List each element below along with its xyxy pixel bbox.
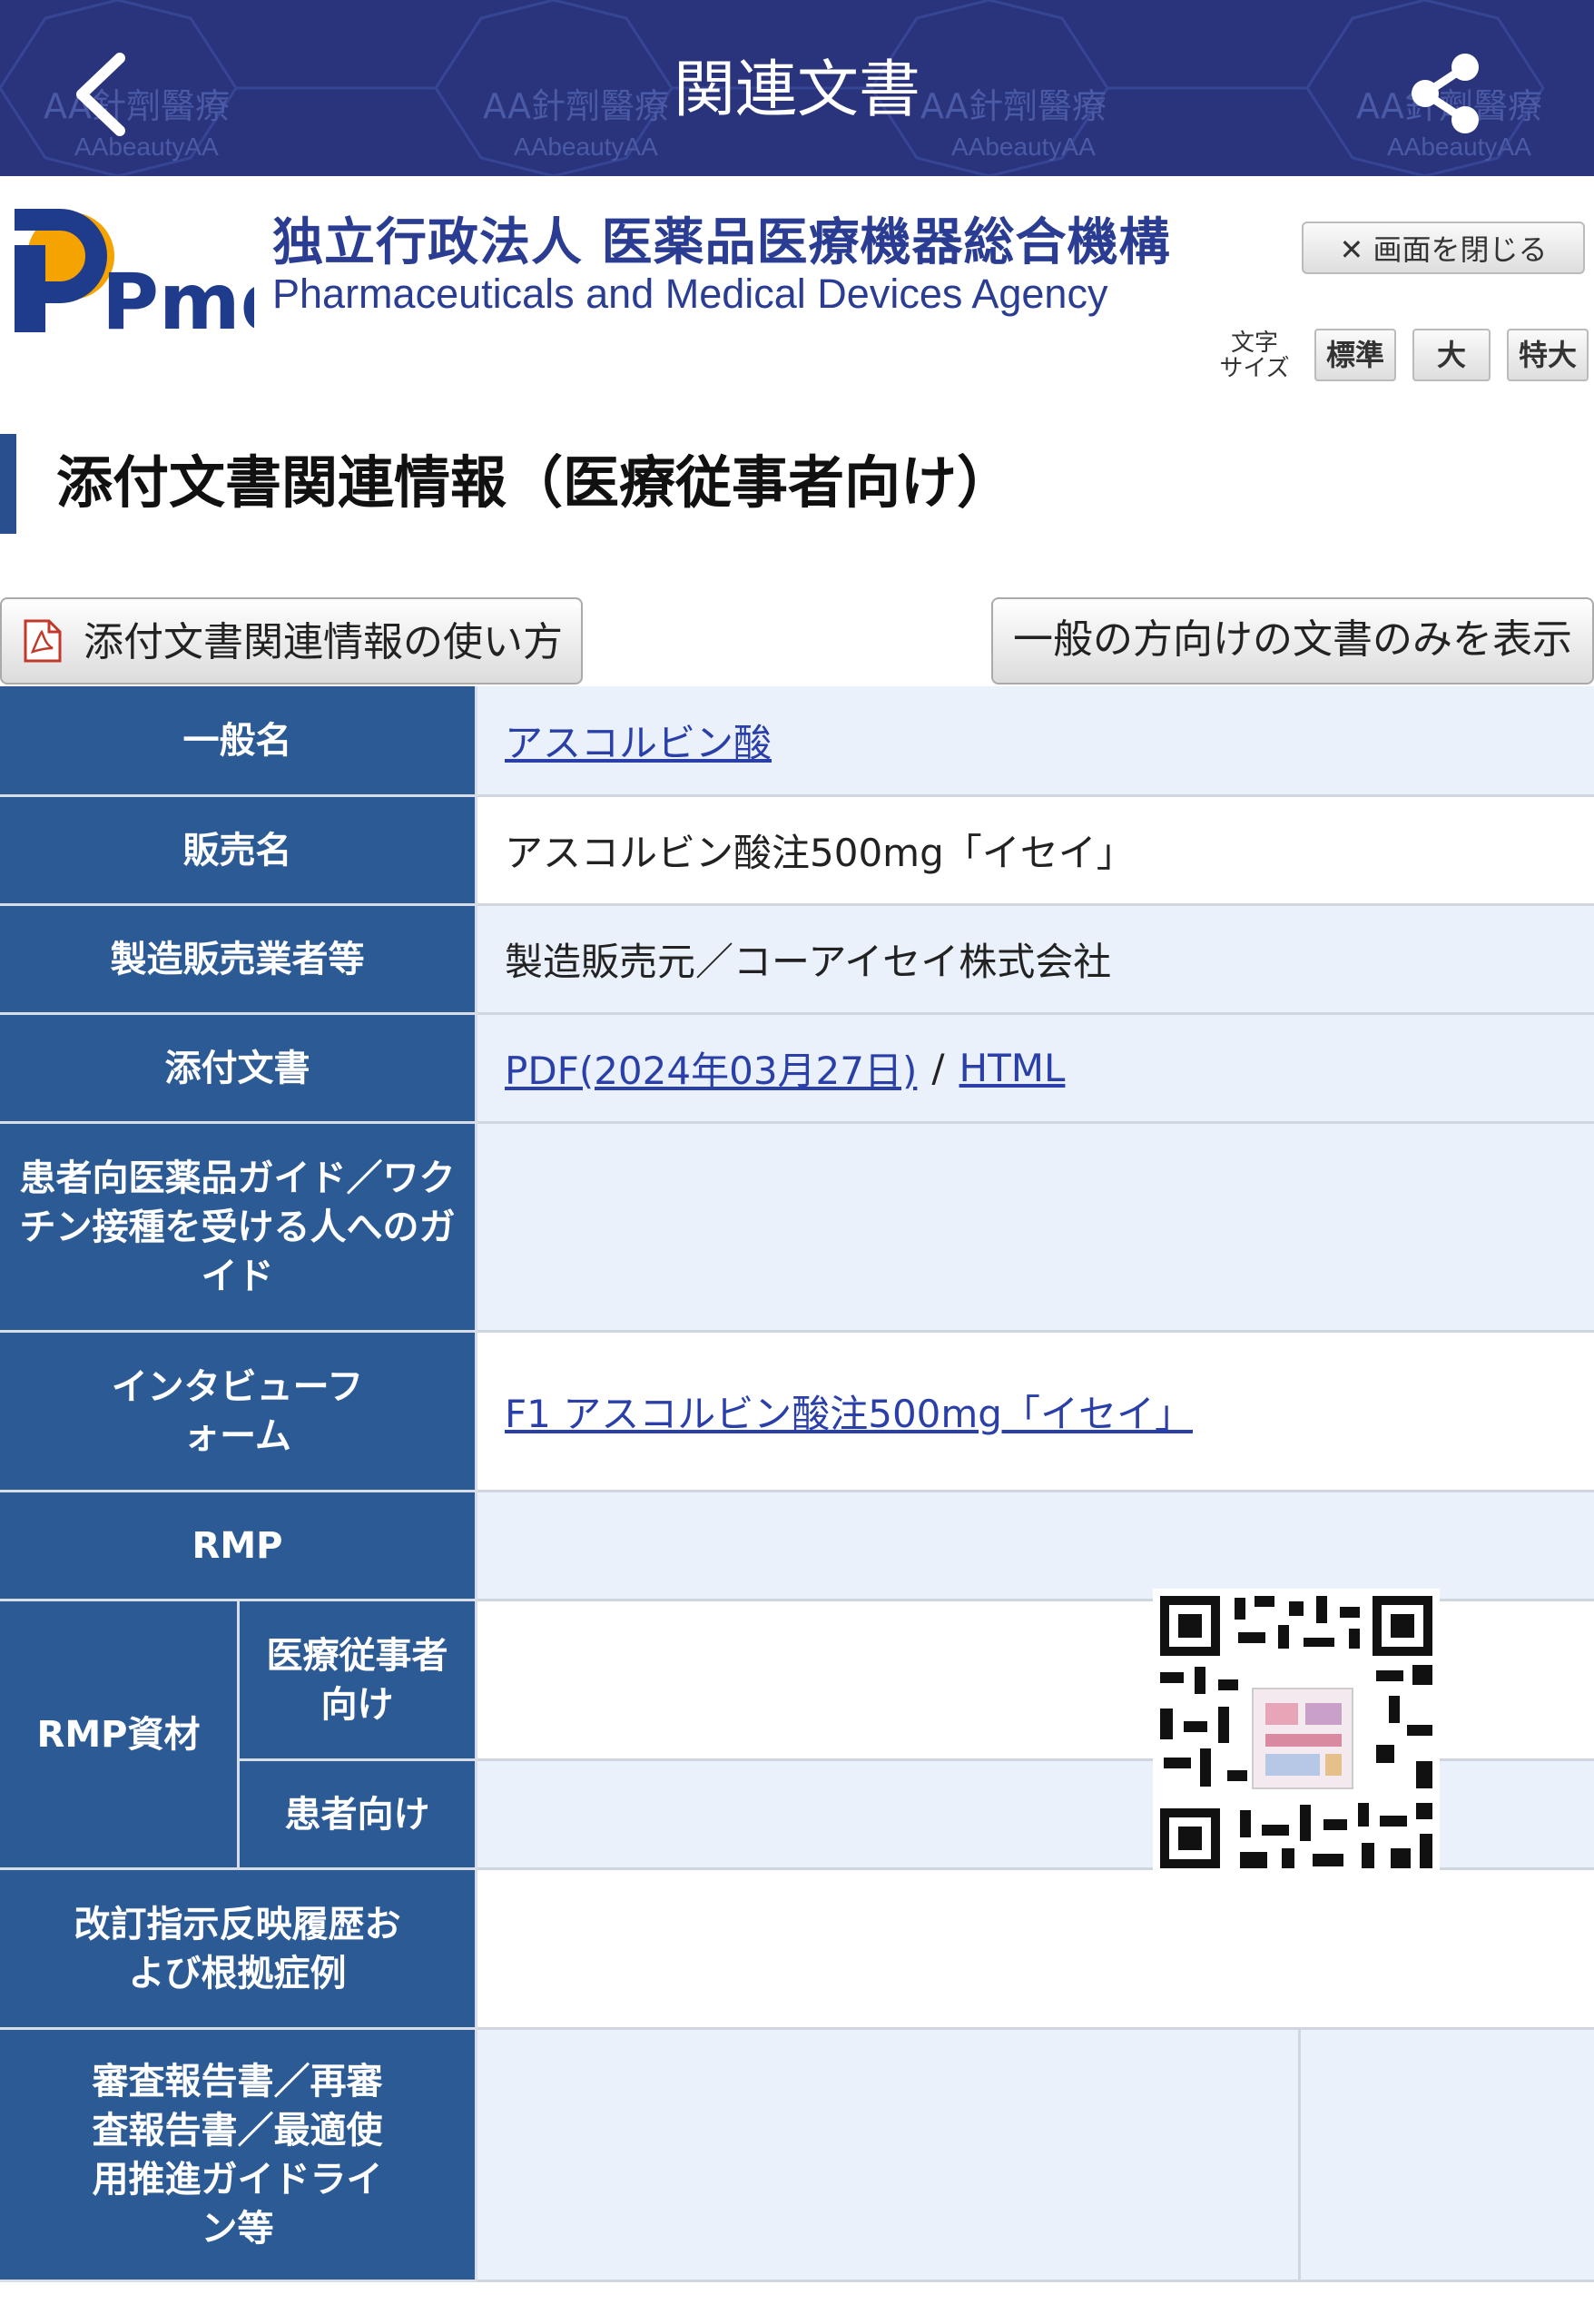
row-value-package-insert: PDF(2024年03月27日) / HTML — [477, 1015, 1594, 1124]
row-header-rmp-material: RMP資材 — [0, 1601, 240, 1870]
pmda-logo: Pmda — [15, 209, 254, 340]
row-value-interview-form: F1 アスコルビン酸注500mg「イセイ」 — [477, 1333, 1594, 1492]
share-icon — [1412, 54, 1479, 133]
row-header-revision-history: 改訂指示反映履歴および根拠症例 — [0, 1870, 477, 2030]
package-insert-pdf-link[interactable]: PDF(2024年03月27日) — [505, 1040, 917, 1096]
section-heading: 添付文書関連情報（医療従事者向け） — [0, 434, 1594, 534]
font-size-label-line: 文字 — [1230, 330, 1278, 357]
row-header-rmp: RMP — [0, 1492, 477, 1601]
font-size-label: 文字 サイズ — [1216, 330, 1293, 381]
section-title: 添付文書関連情報（医療従事者向け） — [56, 449, 1014, 516]
watermark-subtext: AAbeautyAA — [514, 133, 658, 161]
row-header-interview-form: インタビューフォーム — [0, 1333, 477, 1492]
heading-accent-bar — [0, 434, 16, 534]
row-header-generic-name: 一般名 — [0, 686, 477, 797]
howto-label: 添付文書関連情報の使い方 — [84, 619, 563, 665]
watermark-subtext: AAbeautyAA — [951, 133, 1096, 161]
row-header-package-insert: 添付文書 — [0, 1015, 477, 1124]
row-value-revision-history — [477, 1870, 1594, 2030]
maker-text: 製造販売元／コーアイセイ株式会社 — [505, 940, 1112, 984]
row-value-maker: 製造販売元／コーアイセイ株式会社 — [477, 906, 1594, 1015]
watermark-subtext: AAbeautyAA — [1387, 133, 1531, 161]
row-header-brand-name: 販売名 — [0, 797, 477, 906]
pdf-icon — [24, 619, 62, 663]
row-value-review-report-extra — [1298, 2030, 1594, 2282]
row-value-patient-guide — [477, 1124, 1594, 1333]
org-name-en: Pharmaceuticals and Medical Devices Agen… — [272, 271, 1108, 317]
row-header-maker: 製造販売業者等 — [0, 906, 477, 1015]
howto-button[interactable]: 添付文書関連情報の使い方 — [0, 597, 583, 684]
link-separator: / — [931, 1046, 945, 1090]
logo-text: Pmda — [102, 257, 254, 340]
package-insert-html-link[interactable]: HTML — [959, 1046, 1066, 1090]
generic-name-link[interactable]: アスコルビン酸 — [505, 713, 772, 768]
row-subheader-rmp-medical: 医療従事者向け — [240, 1601, 477, 1761]
font-size-large-button[interactable]: 大 — [1412, 329, 1491, 381]
qr-code — [1153, 1589, 1440, 1876]
row-value-rmp — [477, 1492, 1594, 1601]
share-button[interactable] — [1405, 53, 1487, 134]
font-size-label-line: サイズ — [1219, 355, 1290, 382]
font-size-standard-button[interactable]: 標準 — [1314, 329, 1396, 381]
interview-form-link[interactable]: F1 アスコルビン酸注500mg「イセイ」 — [505, 1384, 1193, 1439]
app-top-bar: AA針劑醫療 AA針劑醫療 AA針劑醫療 AA針劑醫療 AAbeautyAA A… — [0, 0, 1594, 176]
row-value-brand-name: アスコルビン酸注500mg「イセイ」 — [477, 797, 1594, 906]
drug-info-table: 一般名 アスコルビン酸 販売名 アスコルビン酸注500mg「イセイ」 製造販売業… — [0, 686, 1594, 2282]
bottom-margin — [0, 2282, 1594, 2324]
screen-title: 関連文書 — [673, 54, 920, 126]
site-header: Pmda 独立行政法人 医薬品医療機器総合機構 Pharmaceuticals … — [0, 176, 1594, 412]
close-screen-button[interactable]: ✕ 画面を閉じる — [1302, 222, 1585, 274]
brand-name-text: アスコルビン酸注500mg「イセイ」 — [505, 831, 1135, 875]
row-value-generic-name: アスコルビン酸 — [477, 686, 1594, 797]
row-value-review-report — [477, 2030, 1298, 2282]
font-size-xlarge-button[interactable]: 特大 — [1507, 329, 1589, 381]
general-only-button[interactable]: 一般の方向けの文書のみを表示 — [991, 597, 1594, 684]
row-header-review-report: 審査報告書／再審査報告書／最適使用推進ガイドライン等 — [0, 2030, 477, 2282]
row-header-patient-guide: 患者向医薬品ガイド／ワクチン接種を受ける人へのガイド — [0, 1124, 477, 1333]
row-subheader-rmp-patient: 患者向け — [240, 1761, 477, 1870]
org-name-ja: 独立行政法人 医薬品医療機器総合機構 — [272, 213, 1171, 272]
